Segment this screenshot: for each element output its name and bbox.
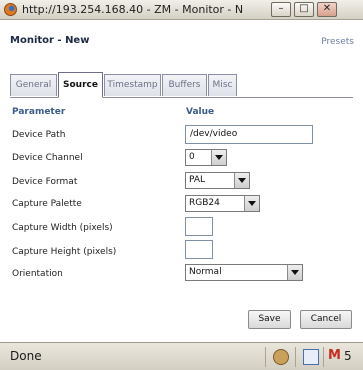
device-path-label: Device Path	[12, 130, 66, 140]
tab-source[interactable]: Source	[58, 72, 103, 98]
device-format-value: PAL	[189, 175, 206, 185]
page-content: Monitor - New Presets General Source Tim…	[0, 20, 363, 342]
screen-icon[interactable]	[303, 349, 319, 365]
tab-general[interactable]: General	[10, 74, 57, 96]
presets-link[interactable]: Presets	[321, 37, 354, 47]
capture-width-label: Capture Width (pixels)	[12, 223, 113, 233]
orientation-value: Normal	[189, 267, 222, 277]
device-channel-select[interactable]: 0	[185, 149, 227, 166]
device-format-label: Device Format	[12, 177, 78, 187]
capture-height-label: Capture Height (pixels)	[12, 247, 117, 257]
status-separator	[295, 347, 296, 367]
chevron-down-icon	[211, 150, 226, 165]
minimize-button[interactable]: –	[271, 2, 291, 17]
chevron-down-icon	[244, 196, 259, 211]
status-separator	[265, 347, 266, 367]
firefox-icon	[4, 3, 17, 16]
status-text: Done	[10, 349, 42, 363]
gmail-unread-count: 5	[344, 349, 352, 363]
tab-timestamp[interactable]: Timestamp	[104, 74, 161, 96]
orientation-select[interactable]: Normal	[185, 264, 303, 281]
orientation-label: Orientation	[12, 269, 63, 279]
value-column-header: Value	[186, 107, 215, 117]
window-titlebar: http://193.254.168.40 - ZM - Monitor - N…	[0, 0, 363, 20]
parameter-column-header: Parameter	[12, 107, 66, 117]
status-bar: Done M 5	[0, 342, 363, 370]
capture-height-input[interactable]	[185, 240, 213, 259]
status-separator	[323, 347, 324, 367]
device-format-select[interactable]: PAL	[185, 172, 250, 189]
device-path-input[interactable]: /dev/video	[185, 125, 313, 144]
capture-palette-select[interactable]: RGB24	[185, 195, 260, 212]
device-channel-label: Device Channel	[12, 153, 83, 163]
capture-palette-label: Capture Palette	[12, 199, 82, 209]
gmail-icon[interactable]: M	[328, 348, 341, 363]
chevron-down-icon	[234, 173, 249, 188]
chevron-down-icon	[287, 265, 302, 280]
cookie-icon[interactable]	[273, 349, 289, 365]
close-button[interactable]: ✕	[317, 2, 337, 17]
tab-buffers[interactable]: Buffers	[162, 74, 207, 96]
tab-misc[interactable]: Misc	[208, 74, 237, 96]
page-title: Monitor - New	[10, 35, 90, 46]
capture-palette-value: RGB24	[189, 198, 220, 208]
capture-width-input[interactable]	[185, 217, 213, 236]
window-title: http://193.254.168.40 - ZM - Monitor - N	[22, 3, 244, 16]
save-button[interactable]: Save	[248, 310, 291, 329]
device-channel-value: 0	[189, 152, 195, 162]
maximize-button[interactable]: □	[294, 2, 314, 17]
cancel-button[interactable]: Cancel	[300, 310, 352, 329]
